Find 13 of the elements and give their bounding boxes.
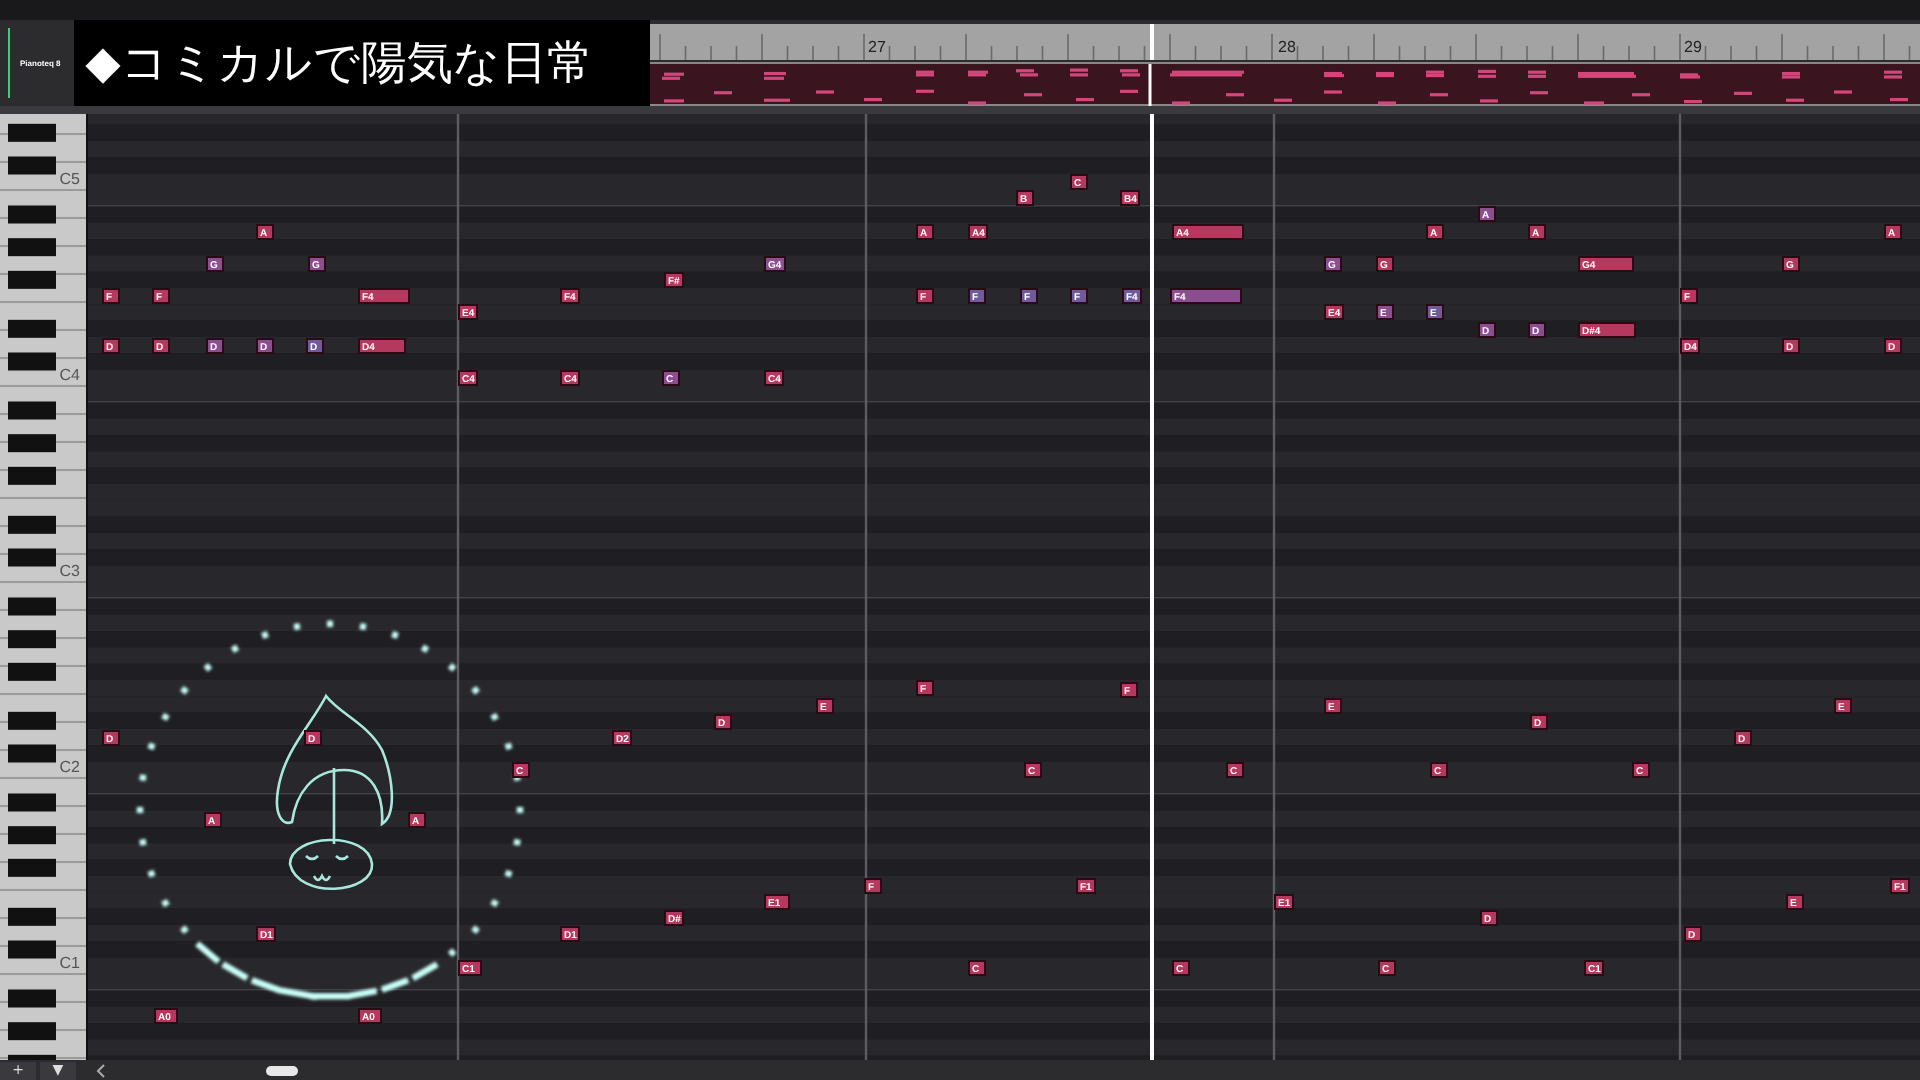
timeline-ruler[interactable]: 27 28 29 [650, 24, 1920, 60]
bar-number: 29 [1684, 38, 1702, 56]
octave-label: C2 [59, 758, 80, 776]
octave-label: C3 [59, 562, 80, 580]
title-overlay: ◆コミカルで陽気な日常 [73, 20, 650, 106]
octave-label: C5 [59, 170, 80, 188]
bar-number: 27 [868, 38, 886, 56]
piano-keyboard-drawing[interactable] [0, 114, 86, 1060]
scrollbar-thumb[interactable] [266, 1065, 298, 1075]
octave-label: C1 [59, 954, 80, 972]
scroll-left-icon[interactable] [96, 1063, 106, 1077]
bar-number: 28 [1278, 38, 1296, 56]
octave-label: C4 [59, 366, 80, 384]
